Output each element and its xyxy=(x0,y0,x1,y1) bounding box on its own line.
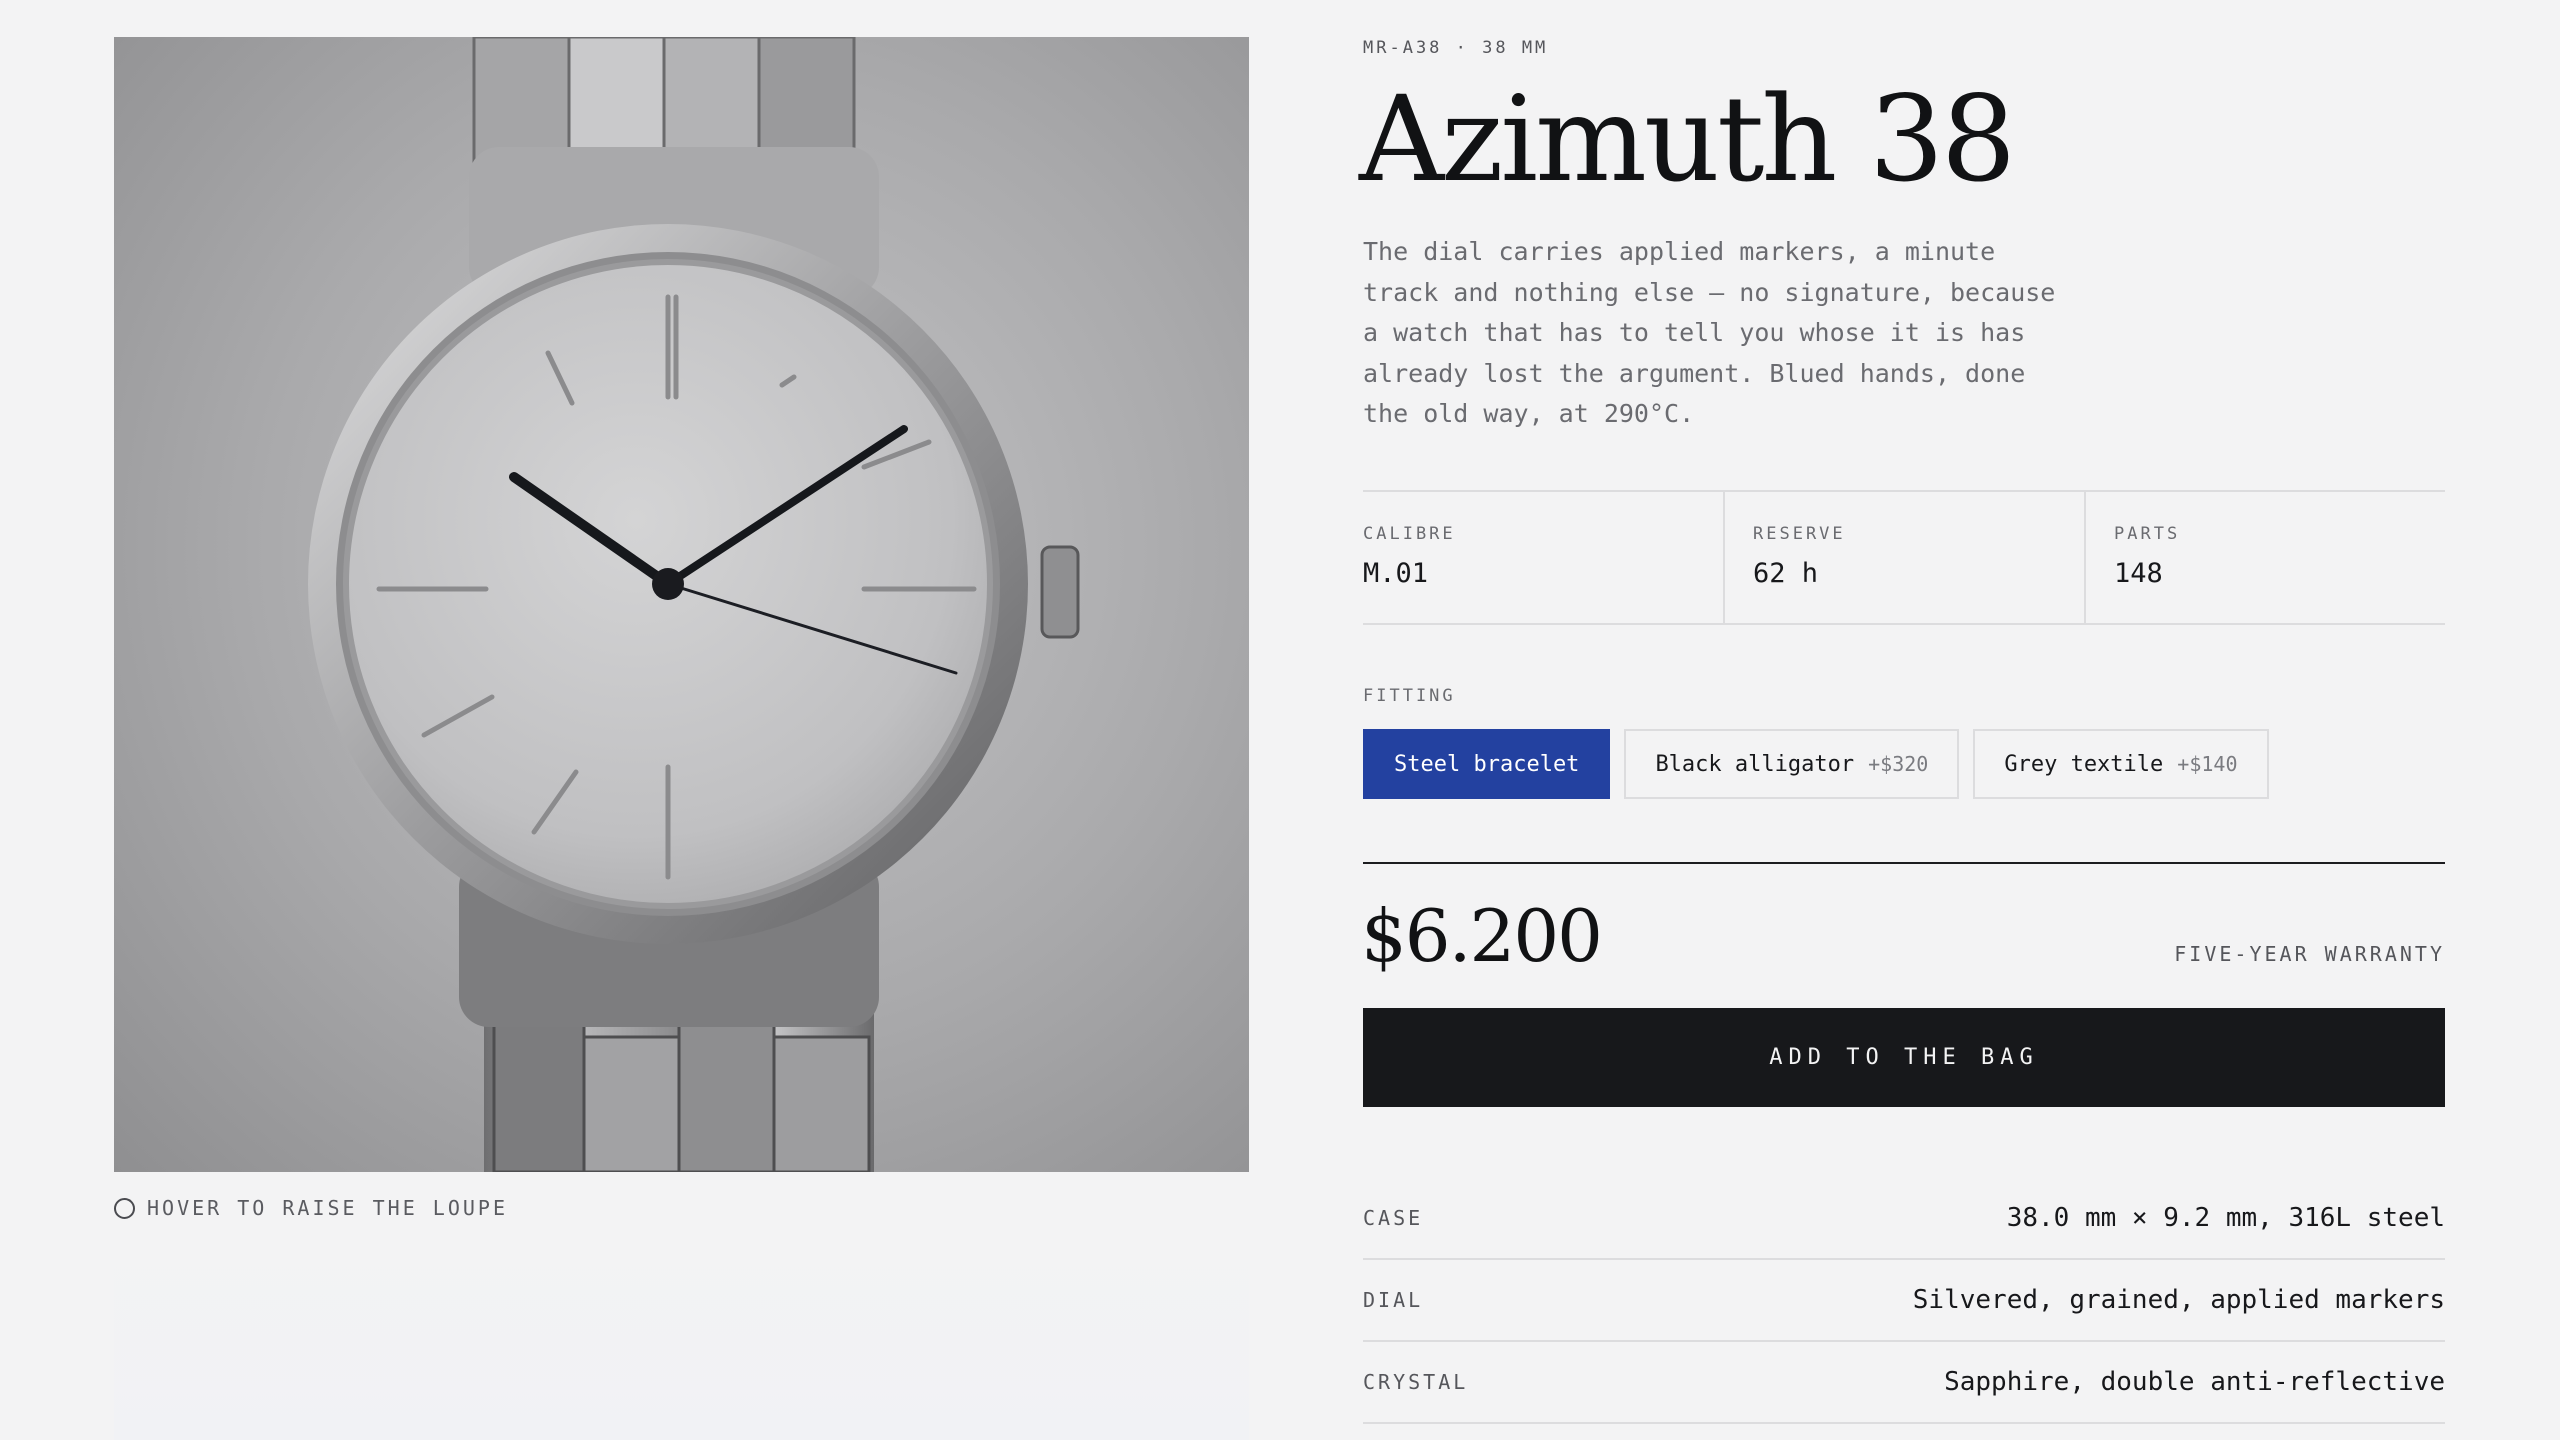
fitting-option-name: Grey textile xyxy=(2004,751,2164,777)
spec-value: 62 h xyxy=(1753,558,1819,589)
spec-value: 148 xyxy=(2114,558,2163,589)
image-shadow-area xyxy=(114,1240,1249,1440)
fitting-option-steel-bracelet[interactable]: Steel bracelet xyxy=(1363,729,1611,799)
key-specs: CALIBRE M.01 RESERVE 62 h PARTS 148 xyxy=(1363,490,2445,625)
fitting-option-name: Steel bracelet xyxy=(1394,751,1580,777)
detail-row-case: CASE 38.0 mm × 9.2 mm, 316L steel xyxy=(1363,1178,2445,1260)
spec-parts: PARTS 148 xyxy=(2084,492,2445,623)
add-to-bag-button[interactable]: ADD TO THE BAG xyxy=(1363,1008,2445,1107)
watch-illustration xyxy=(308,37,1080,1172)
detail-row-dial: DIAL Silvered, grained, applied markers xyxy=(1363,1260,2445,1342)
fitting-options: Steel bracelet Black alligator +$320 Gre… xyxy=(1363,729,2269,799)
fitting-label: FITTING xyxy=(1363,686,1456,706)
fitting-option-price: +$140 xyxy=(2177,752,2238,776)
product-image[interactable] xyxy=(114,37,1249,1172)
detail-specs-list: CASE 38.0 mm × 9.2 mm, 316L steel DIAL S… xyxy=(1363,1178,2445,1424)
detail-value: 38.0 mm × 9.2 mm, 316L steel xyxy=(2006,1203,2445,1233)
fitting-option-black-alligator[interactable]: Black alligator +$320 xyxy=(1624,729,1960,799)
detail-label: DIAL xyxy=(1363,1288,1424,1312)
detail-value: Silvered, grained, applied markers xyxy=(1912,1285,2445,1315)
loupe-hint-text: HOVER TO RAISE THE LOUPE xyxy=(147,1196,508,1220)
product-description: The dial carries applied markers, a minu… xyxy=(1363,237,2056,428)
product-sku: MR-A38 · 38 MM xyxy=(1363,38,1549,58)
fitting-option-name: Black alligator xyxy=(1655,751,1855,777)
spec-label: CALIBRE xyxy=(1363,524,1456,544)
spec-label: PARTS xyxy=(2114,524,2181,544)
detail-value: Sapphire, double anti-reflective xyxy=(1944,1367,2445,1397)
fitting-option-price: +$320 xyxy=(1868,752,1929,776)
detail-label: CASE xyxy=(1363,1206,1424,1230)
spec-calibre: CALIBRE M.01 xyxy=(1363,492,1723,623)
fitting-option-grey-textile[interactable]: Grey textile +$140 xyxy=(1973,729,2269,799)
loupe-hint: HOVER TO RAISE THE LOUPE xyxy=(114,1196,508,1220)
product-page: HOVER TO RAISE THE LOUPE MR-A38 · 38 MM … xyxy=(0,0,2560,1440)
spec-reserve: RESERVE 62 h xyxy=(1723,492,2084,623)
warranty-note: FIVE-YEAR WARRANTY xyxy=(2174,942,2445,966)
loupe-circle-icon xyxy=(114,1197,135,1219)
spec-label: RESERVE xyxy=(1753,524,1846,544)
product-title: Azimuth 38 xyxy=(1359,70,2016,208)
product-price: $6.200 xyxy=(1361,894,1603,978)
price-divider xyxy=(1363,862,2445,864)
spec-value: M.01 xyxy=(1363,558,1429,589)
detail-label: CRYSTAL xyxy=(1363,1370,1469,1394)
detail-row-crystal: CRYSTAL Sapphire, double anti-reflective xyxy=(1363,1342,2445,1424)
